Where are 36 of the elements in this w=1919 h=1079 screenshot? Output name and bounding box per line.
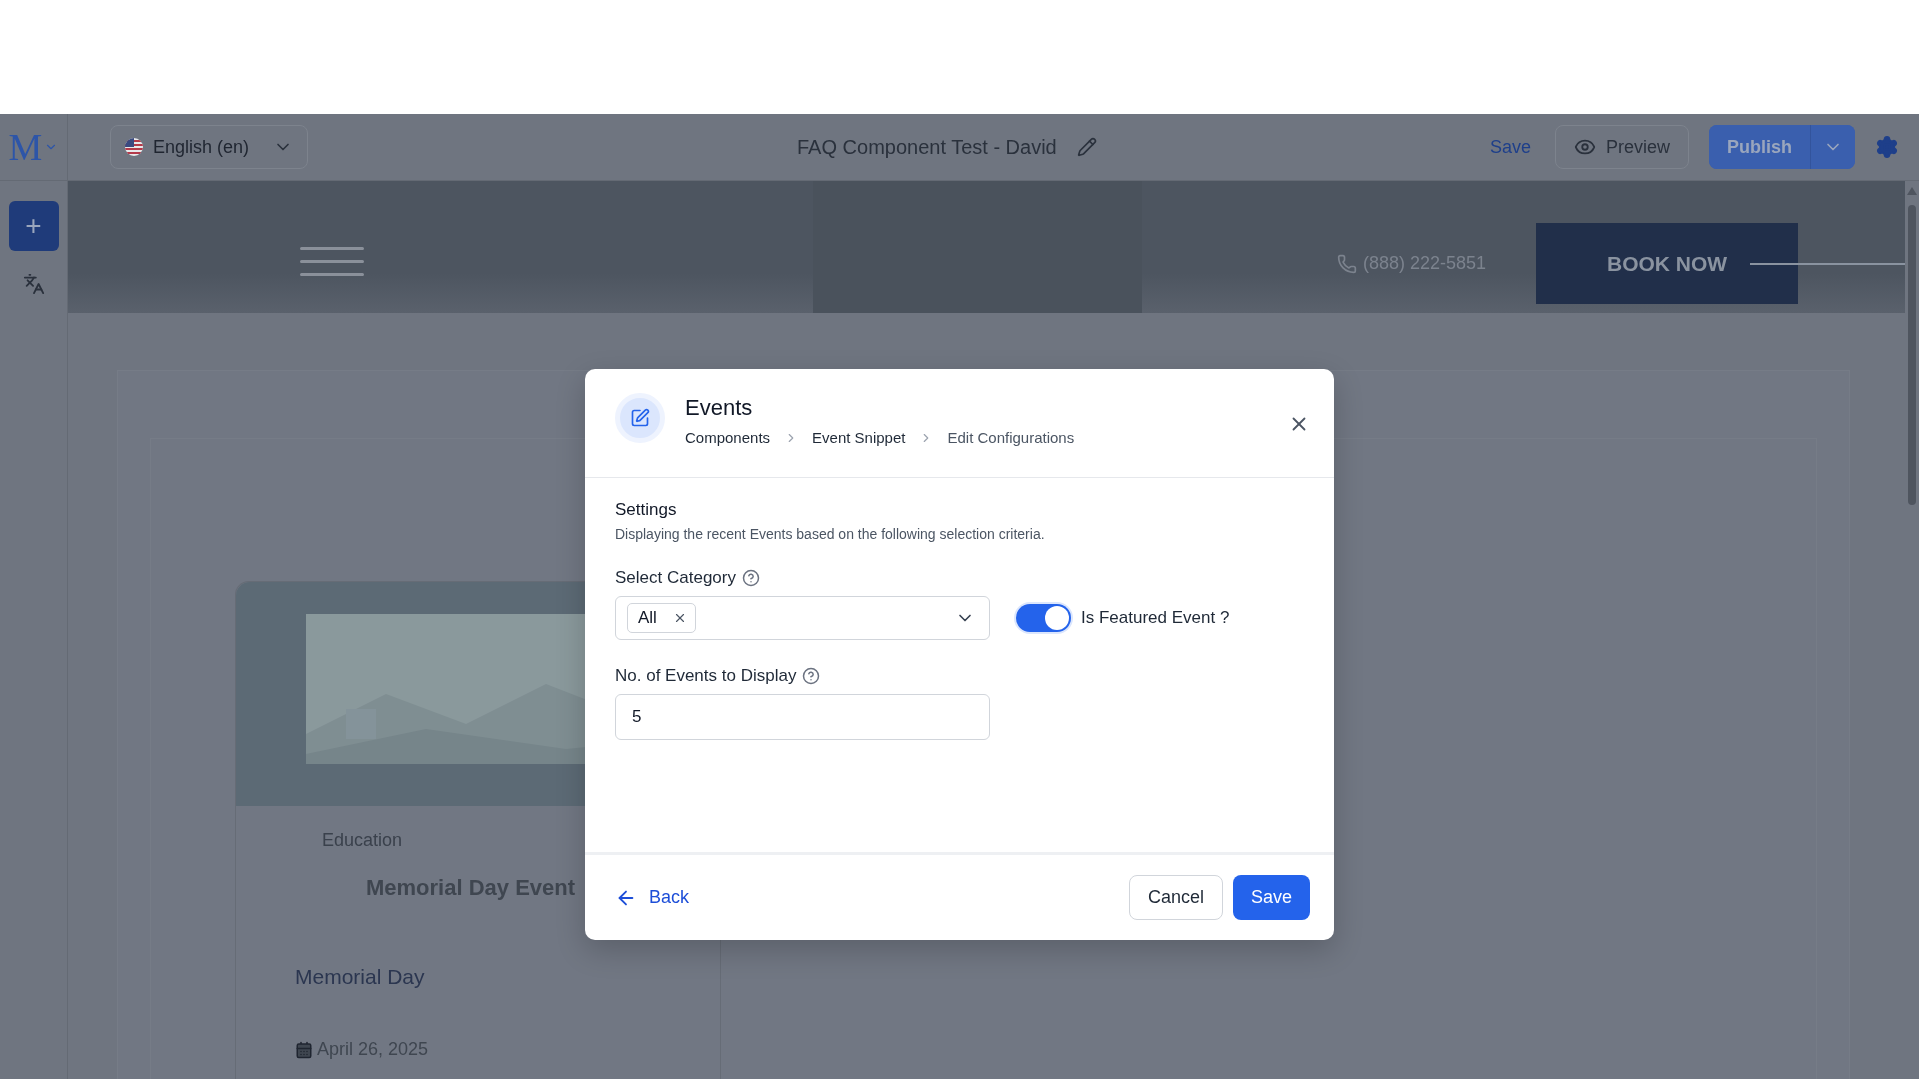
breadcrumb-link[interactable]: Event Snippet [812,429,906,446]
toggle-label: Is Featured Event ? [1081,608,1230,628]
preview-button[interactable]: Preview [1554,125,1689,169]
help-icon[interactable] [741,569,760,587]
flag-icon [125,138,143,156]
book-now-button[interactable]: BOOK NOW [1536,223,1799,304]
menu-icon[interactable] [300,247,364,277]
calendar-icon [295,1040,313,1059]
settings-icon[interactable] [1875,135,1899,159]
field-label: No. of Events to Display [615,666,797,686]
field-label: Select Category [615,568,736,588]
events-count-field[interactable]: 5 [615,694,990,740]
phone-icon [1337,253,1357,274]
edit-icon [615,393,665,443]
add-button[interactable]: + [8,201,59,251]
category-tag: All [627,603,696,633]
save-button[interactable]: Save [1232,875,1310,920]
breadcrumb-link[interactable]: Components [685,429,771,446]
translate-icon[interactable] [22,273,45,295]
breadcrumb-link[interactable]: Edit Configurations [947,429,1075,446]
page-title: FAQ Component Test - David [797,135,1057,159]
logo: M [8,125,43,169]
pencil-icon[interactable] [1076,137,1097,157]
event-category: Education [322,830,403,851]
cancel-button[interactable]: Cancel [1128,875,1223,920]
back-button[interactable]: Back [615,886,690,909]
section-description: Displaying the recent Events based on the following selection criteria. [615,526,1046,542]
help-icon[interactable] [802,667,821,685]
scroll-up-icon[interactable] [1907,187,1917,195]
language-select[interactable]: English (en) [110,125,308,169]
scrollbar-thumb[interactable] [1908,205,1916,505]
event-name: Memorial Day [295,965,425,989]
dialog-title: Events [685,395,754,421]
featured-toggle[interactable] [1016,604,1071,632]
category-select[interactable]: All [615,596,990,640]
section-title: Settings [615,500,678,520]
